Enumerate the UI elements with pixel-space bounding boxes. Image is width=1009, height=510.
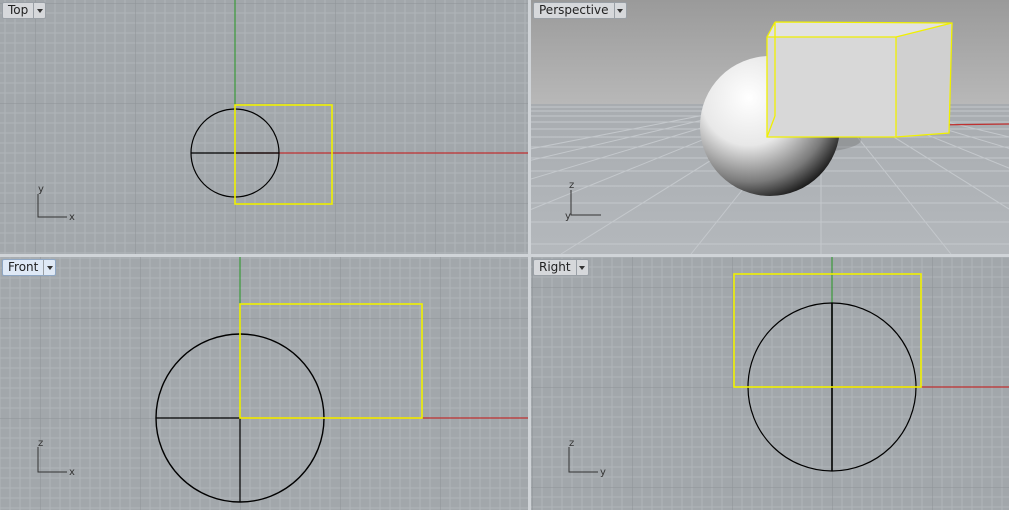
right-canvas[interactable]: z y	[531, 257, 1009, 510]
front-canvas[interactable]: z x	[0, 257, 528, 510]
triangle-down-icon[interactable]	[575, 260, 588, 275]
viewport-front[interactable]: z x Front	[0, 257, 528, 510]
svg-text:y: y	[38, 184, 44, 195]
svg-text:z: z	[569, 180, 574, 191]
svg-text:y: y	[600, 467, 606, 478]
svg-text:y: y	[565, 211, 571, 222]
svg-text:x: x	[69, 212, 75, 223]
perspective-canvas[interactable]: z y	[531, 0, 1009, 254]
selected-box	[766, 21, 953, 138]
viewport-tab-front[interactable]: Front	[2, 259, 57, 276]
viewport-tab-right[interactable]: Right	[533, 259, 589, 276]
viewport-tab-perspective[interactable]: Perspective	[533, 2, 627, 19]
svg-text:x: x	[69, 467, 75, 478]
triangle-down-icon[interactable]	[43, 260, 55, 275]
svg-text:z: z	[38, 438, 43, 449]
triangle-down-icon[interactable]	[33, 3, 45, 18]
viewport-title: Right	[539, 260, 571, 274]
top-canvas[interactable]: y x	[0, 0, 528, 254]
viewport-title: Perspective	[539, 3, 609, 17]
viewport-title: Top	[8, 3, 29, 17]
triangle-down-icon[interactable]	[613, 3, 626, 18]
viewport-perspective[interactable]: z y Perspective	[531, 0, 1009, 254]
viewport-title: Front	[8, 260, 39, 274]
viewport-top[interactable]: y x Top	[0, 0, 528, 254]
viewport-tab-top[interactable]: Top	[2, 2, 47, 19]
viewport-right[interactable]: z y Right	[531, 257, 1009, 510]
svg-text:z: z	[569, 438, 574, 449]
